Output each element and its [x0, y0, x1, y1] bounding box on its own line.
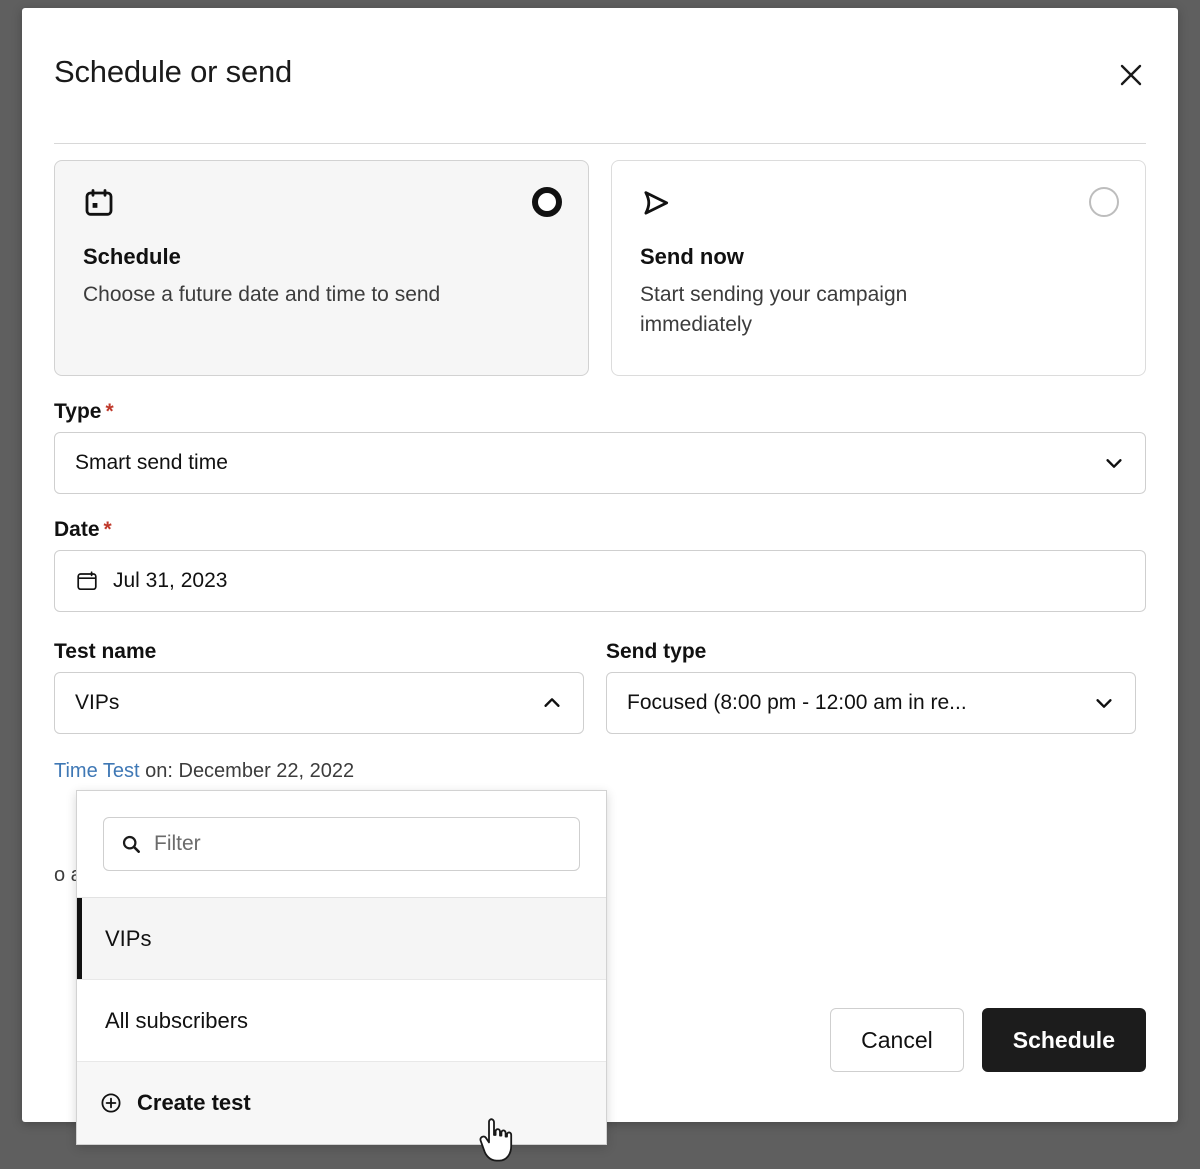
schedule-button[interactable]: Schedule	[982, 1008, 1146, 1072]
send-type-label: Send type	[606, 640, 1136, 664]
schedule-or-send-dialog: Schedule or send Schedule	[22, 8, 1178, 1122]
date-input-value: Jul 31, 2023	[113, 569, 227, 593]
calendar-icon	[75, 569, 99, 593]
option-card-send-now[interactable]: Send now Start sending your campaign imm…	[611, 160, 1146, 376]
type-select-value: Smart send time	[75, 451, 228, 475]
chevron-up-icon	[541, 692, 563, 714]
create-test-label: Create test	[137, 1090, 251, 1116]
close-button[interactable]	[1114, 58, 1148, 92]
send-time-info-line: Time Test on: December 22, 2022	[54, 756, 1146, 786]
required-marker: *	[105, 400, 113, 423]
test-name-dropdown-panel: VIPs All subscribers Create test	[76, 790, 607, 1145]
calendar-icon	[83, 187, 560, 224]
chevron-down-icon	[1103, 452, 1125, 474]
option-title-schedule: Schedule	[83, 244, 560, 270]
date-label: Date*	[54, 518, 1146, 542]
filter-input[interactable]	[154, 832, 563, 856]
send-type-select[interactable]: Focused (8:00 pm - 12:00 am in re...	[606, 672, 1136, 734]
test-name-select-value: VIPs	[75, 691, 119, 715]
date-input[interactable]: Jul 31, 2023	[54, 550, 1146, 612]
date-label-text: Date	[54, 518, 100, 541]
type-field-block: Type* Smart send time	[54, 400, 1146, 494]
cancel-button[interactable]: Cancel	[830, 1008, 964, 1072]
dropdown-search-box[interactable]	[103, 817, 580, 871]
option-description-schedule: Choose a future date and time to send	[83, 280, 453, 310]
send-time-info-suffix: on: December 22, 2022	[140, 760, 355, 782]
close-icon	[1118, 62, 1144, 88]
send-type-select-value: Focused (8:00 pm - 12:00 am in re...	[627, 691, 967, 715]
test-and-send-type-row: Test name VIPs Send type Focused (8:00 p…	[54, 640, 1146, 734]
option-description-send-now: Start sending your campaign immediately	[640, 280, 1010, 340]
dropdown-item-label: All subscribers	[105, 1008, 248, 1034]
radio-schedule[interactable]	[532, 187, 562, 217]
header-divider	[54, 143, 1146, 144]
type-label-text: Type	[54, 400, 101, 423]
dropdown-item-all-subscribers[interactable]: All subscribers	[77, 980, 606, 1062]
required-marker: *	[104, 518, 112, 541]
type-label: Type*	[54, 400, 1146, 424]
page-title: Schedule or send	[54, 54, 292, 90]
date-field-block: Date* Jul 31, 2023	[54, 518, 1146, 612]
type-select[interactable]: Smart send time	[54, 432, 1146, 494]
dialog-header: Schedule or send	[22, 8, 1178, 120]
test-name-label: Test name	[54, 640, 584, 664]
time-test-link[interactable]: Time Test	[54, 760, 140, 782]
dialog-body: Schedule Choose a future date and time t…	[54, 160, 1146, 890]
dropdown-item-create-test[interactable]: Create test	[77, 1062, 606, 1144]
chevron-down-icon	[1093, 692, 1115, 714]
dropdown-search-wrapper	[77, 791, 606, 898]
radio-send-now[interactable]	[1089, 187, 1119, 217]
plus-circle-icon	[99, 1091, 123, 1115]
dialog-footer: Cancel Schedule	[830, 1008, 1146, 1072]
test-name-field-block: Test name VIPs	[54, 640, 584, 734]
send-mode-options: Schedule Choose a future date and time t…	[54, 160, 1146, 376]
dropdown-item-label: VIPs	[105, 926, 151, 952]
send-type-field-block: Send type Focused (8:00 pm - 12:00 am in…	[606, 640, 1136, 734]
send-icon	[640, 187, 1117, 224]
test-name-select[interactable]: VIPs	[54, 672, 584, 734]
option-title-send-now: Send now	[640, 244, 1117, 270]
search-icon	[120, 833, 142, 855]
option-card-schedule[interactable]: Schedule Choose a future date and time t…	[54, 160, 589, 376]
dropdown-item-vips[interactable]: VIPs	[77, 898, 606, 980]
